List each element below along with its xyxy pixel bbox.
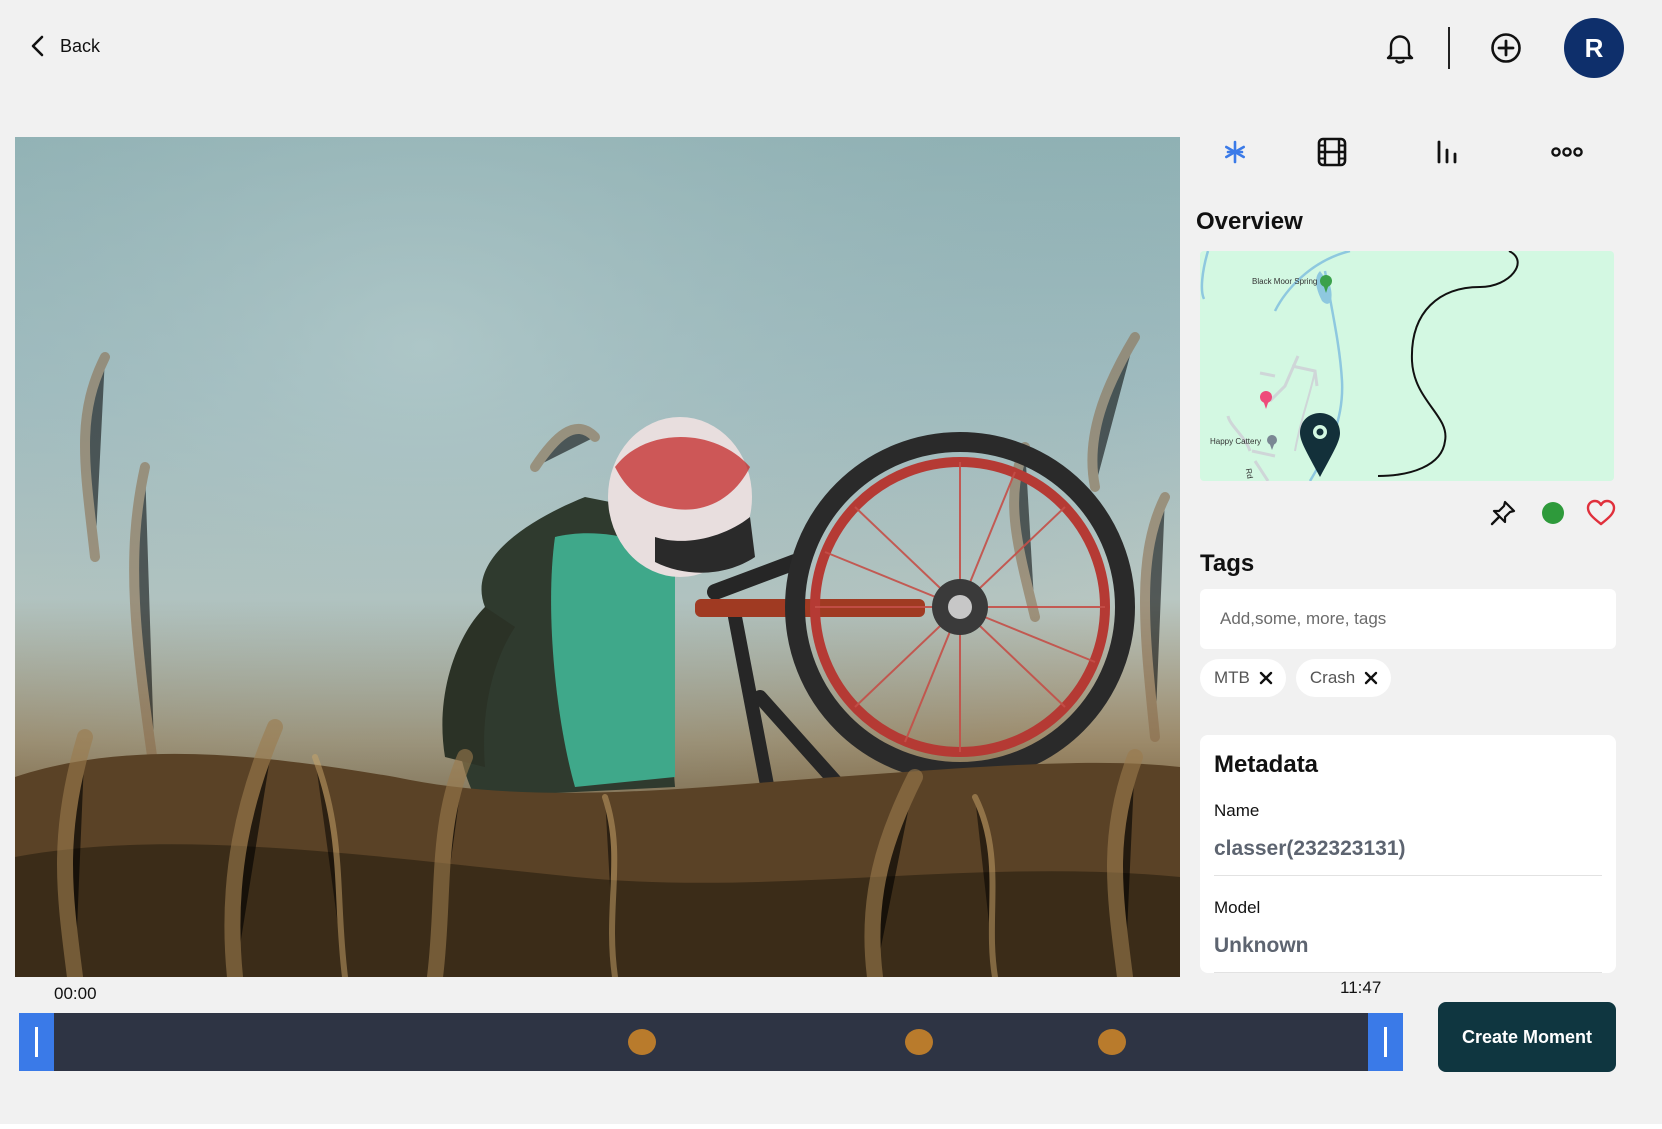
heart-icon xyxy=(1586,499,1616,526)
metadata-card: Metadata Name classer(232323131) Model U… xyxy=(1200,735,1616,973)
metadata-field-label: Name xyxy=(1214,801,1260,820)
status-indicator xyxy=(1536,496,1570,530)
tab-clips[interactable] xyxy=(1312,134,1352,170)
header-divider xyxy=(1448,27,1450,69)
pin-icon xyxy=(1490,500,1516,526)
more-icon xyxy=(1551,147,1583,157)
metadata-field-value: Unknown xyxy=(1214,934,1602,973)
tag-chip-label: Crash xyxy=(1309,668,1356,687)
metadata-field-value: classer(232323131) xyxy=(1214,837,1602,876)
tag-chip: Crash xyxy=(1295,659,1392,697)
time-start: 00:00 xyxy=(54,984,97,1003)
tag-chip: MTB xyxy=(1200,659,1286,697)
tag-chip-label: MTB xyxy=(1214,668,1250,687)
timeline-marker[interactable] xyxy=(904,1029,933,1055)
bar-chart-icon xyxy=(1437,140,1457,164)
map-poi-label: Happy Cattery xyxy=(1210,437,1262,446)
chevron-left-icon xyxy=(31,35,44,57)
pin-button[interactable] xyxy=(1486,496,1520,530)
map-poi-label: Black Moor Spring xyxy=(1252,277,1318,286)
status-dot-icon xyxy=(1542,502,1564,524)
video-scene xyxy=(15,137,1180,977)
tag-chips: MTB Crash xyxy=(1200,659,1392,697)
asterisk-icon xyxy=(1225,140,1246,164)
timeline-marker[interactable] xyxy=(1098,1029,1127,1055)
tab-overview[interactable] xyxy=(1215,134,1255,170)
favorite-button[interactable] xyxy=(1584,496,1618,530)
overview-map[interactable]: Black Moor Spring Happy Cattery Rd xyxy=(1200,251,1614,481)
map-road-label: Rd xyxy=(1243,467,1255,480)
header-actions: R xyxy=(1382,18,1624,78)
tab-stats[interactable] xyxy=(1427,134,1467,170)
time-end: 11:47 xyxy=(1340,978,1382,997)
timeline-end-handle[interactable] xyxy=(1368,1013,1403,1071)
film-icon xyxy=(1317,137,1347,167)
tags-input[interactable] xyxy=(1200,589,1616,649)
overview-title: Overview xyxy=(1196,208,1303,235)
map-actions xyxy=(1486,496,1616,530)
timeline-start-handle[interactable] xyxy=(19,1013,54,1071)
timeline-marker[interactable] xyxy=(627,1029,656,1055)
timeline-track[interactable] xyxy=(19,1013,1403,1071)
app-container: Back R 00:00 11:47 Create Moment Overvie… xyxy=(0,0,1662,1124)
avatar[interactable]: R xyxy=(1564,18,1624,78)
close-icon[interactable] xyxy=(1258,670,1274,686)
metadata-field-label: Model xyxy=(1214,898,1261,917)
back-label: Back xyxy=(60,35,101,56)
panel-tabs xyxy=(1215,134,1615,170)
tags-title: Tags xyxy=(1200,550,1255,577)
tab-more[interactable] xyxy=(1547,134,1587,170)
video-frame[interactable] xyxy=(15,137,1180,977)
back-button[interactable]: Back xyxy=(28,34,100,58)
bell-icon[interactable] xyxy=(1382,30,1418,66)
metadata-title: Metadata xyxy=(1214,751,1319,778)
close-icon[interactable] xyxy=(1363,670,1379,686)
add-circle-icon[interactable] xyxy=(1488,30,1524,66)
create-moment-button[interactable]: Create Moment xyxy=(1438,1002,1616,1072)
